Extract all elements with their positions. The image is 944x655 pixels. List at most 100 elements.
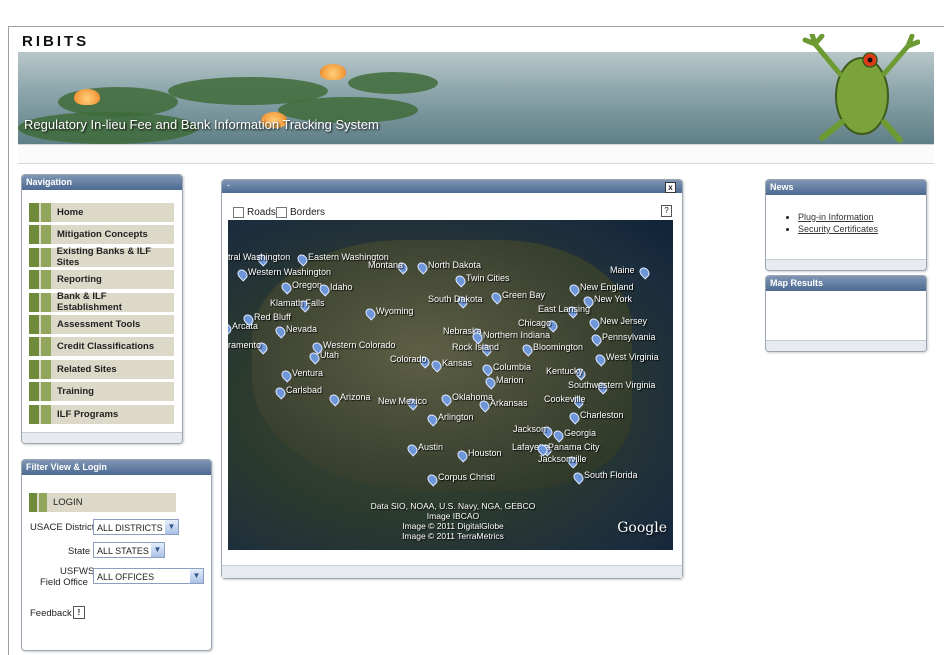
map-place-label: Houston [468,448,502,458]
nav-item-label: Mitigation Concepts [57,229,148,241]
nav-item-training[interactable]: Training [29,382,174,402]
office-label-line1: USFWS [60,566,95,577]
chevron-down-icon: ▼ [190,569,203,583]
borders-checkbox[interactable]: Borders [276,207,325,218]
map-place-label: South Florida [584,470,638,480]
nav-item-label: Bank & ILF Establishment [56,291,122,314]
nav-item-label: Home [57,207,84,218]
lily-flower [74,89,100,105]
news-list: Plug-in Information Security Certificate… [788,212,878,236]
map-marker-icon[interactable] [637,265,652,280]
map-footer [222,565,682,578]
borders-checkbox-box[interactable] [276,207,287,218]
map-place-label: Rock Island [452,342,500,352]
feedback-label: Feedback [30,608,72,619]
office-label-line2: Field Office [40,577,88,588]
nav-bullet-icon [29,314,39,334]
state-value: ALL STATES [97,546,149,556]
nav-item-bank-ilf-establishment[interactable]: Bank & ILF Establishment [29,291,174,314]
panel-footer [22,432,182,443]
map-place-label: North Dakota [428,260,482,270]
lily-pad [348,72,438,94]
nav-bullet-icon [29,337,39,357]
map-place-label: East Lansing [538,304,591,314]
map-place-label: Bloomington [533,342,584,352]
map-titlebar: - x [222,180,682,193]
map-credit-line: Image © 2011 TerraMetrics [402,531,504,541]
map-place-label: Jacksonville [538,454,587,464]
map-place-label: Cookeville [544,394,586,404]
nav-bullet-icon [29,382,39,402]
app-title: RIBITS [22,33,90,50]
nav-bullet-icon [29,292,39,312]
panel-footer [766,259,926,270]
map-title: - [227,180,230,190]
map-place-label: Columbia [493,362,532,372]
map-place-label: New England [580,282,634,292]
map-results-header: Map Results [766,276,926,291]
close-icon[interactable]: x [665,182,676,193]
map-place-label: Kansas [442,358,473,368]
nav-bullet-icon [40,292,51,312]
nav-item-credit-classifications[interactable]: Credit Classifications [29,337,174,357]
nav-item-label: Existing Banks & ILF Sites [56,246,152,269]
map-place-label: Carlsbad [286,385,323,395]
nav-item-mitigation-concepts[interactable]: Mitigation Concepts [29,225,174,245]
map-place-label: Northern Indiana [483,330,551,340]
nav-item-assessment-tools[interactable]: Assessment Tools [29,314,174,334]
header-separator [18,144,934,164]
nav-item-related-sites[interactable]: Related Sites [29,359,174,379]
nav-bullet-icon [41,314,51,334]
map-place-label: Chicago [518,318,552,328]
nav-bullet-icon [29,225,39,245]
district-value: ALL DISTRICTS [97,523,163,533]
roads-label: Roads [247,207,276,218]
state-select[interactable]: ALL STATES ▼ [93,542,165,558]
roads-checkbox-box[interactable] [233,207,244,218]
news-list-item: Security Certificates [798,224,878,234]
nav-bullet-icon [29,247,39,267]
district-select[interactable]: ALL DISTRICTS ▼ [93,519,179,535]
nav-item-label: Credit Classifications [57,341,155,353]
news-link-certificates[interactable]: Security Certificates [798,224,878,234]
nav-bullet-icon [41,203,51,222]
news-panel: News Plug-in Information Security Certif… [765,179,927,271]
roads-checkbox[interactable]: Roads [233,207,276,218]
map-place-label: New Jersey [600,316,648,326]
frog-logo [802,34,920,143]
navigation-list: Home Mitigation Concepts Existing Banks … [29,203,174,427]
map-place-label: South Dakota [428,294,483,304]
nav-bullet-icon [41,382,51,402]
title-bar [18,32,934,52]
feedback-icon[interactable]: ! [73,606,85,619]
map-place-label: Marion [496,375,524,385]
map-place-label: Corpus Christi [438,472,496,482]
map-place-label: Georgia [564,428,597,438]
nav-item-reporting[interactable]: Reporting [29,270,174,290]
map-place-label: Ventura [292,368,324,378]
panel-footer [766,340,926,351]
help-icon[interactable]: ? [661,205,672,217]
borders-label: Borders [290,207,326,218]
map-place-label: Southwestern Virginia [568,380,656,390]
map-place-label: Panama City [548,442,600,452]
lily-flower [320,64,346,80]
map-place-label: New Mexico [378,396,428,406]
nav-item-ilf-programs[interactable]: ILF Programs [29,404,174,424]
satellite-map[interactable]: tral Washington Eastern Washington Western… [228,220,673,550]
map-place-label: Western Colorado [323,340,396,350]
map-place-label: Maine [610,265,635,275]
map-results-panel: Map Results [765,275,927,352]
office-select[interactable]: ALL OFFICES ▼ [93,568,204,584]
map-place-label: Austin [418,442,444,452]
login-button[interactable]: LOGIN [29,493,176,512]
news-link-plugin[interactable]: Plug-in Information [798,212,874,222]
nav-item-existing-banks[interactable]: Existing Banks & ILF Sites [29,246,174,269]
map-place-label: Arizona [340,392,371,402]
nav-item-home[interactable]: Home [29,203,174,222]
navigation-header: Navigation [22,175,182,190]
office-label: USFWS [60,566,94,577]
map-place-label: Jackson [513,424,547,434]
map-place-label: Oregon [292,280,323,290]
nav-item-label: Related Sites [57,363,117,375]
